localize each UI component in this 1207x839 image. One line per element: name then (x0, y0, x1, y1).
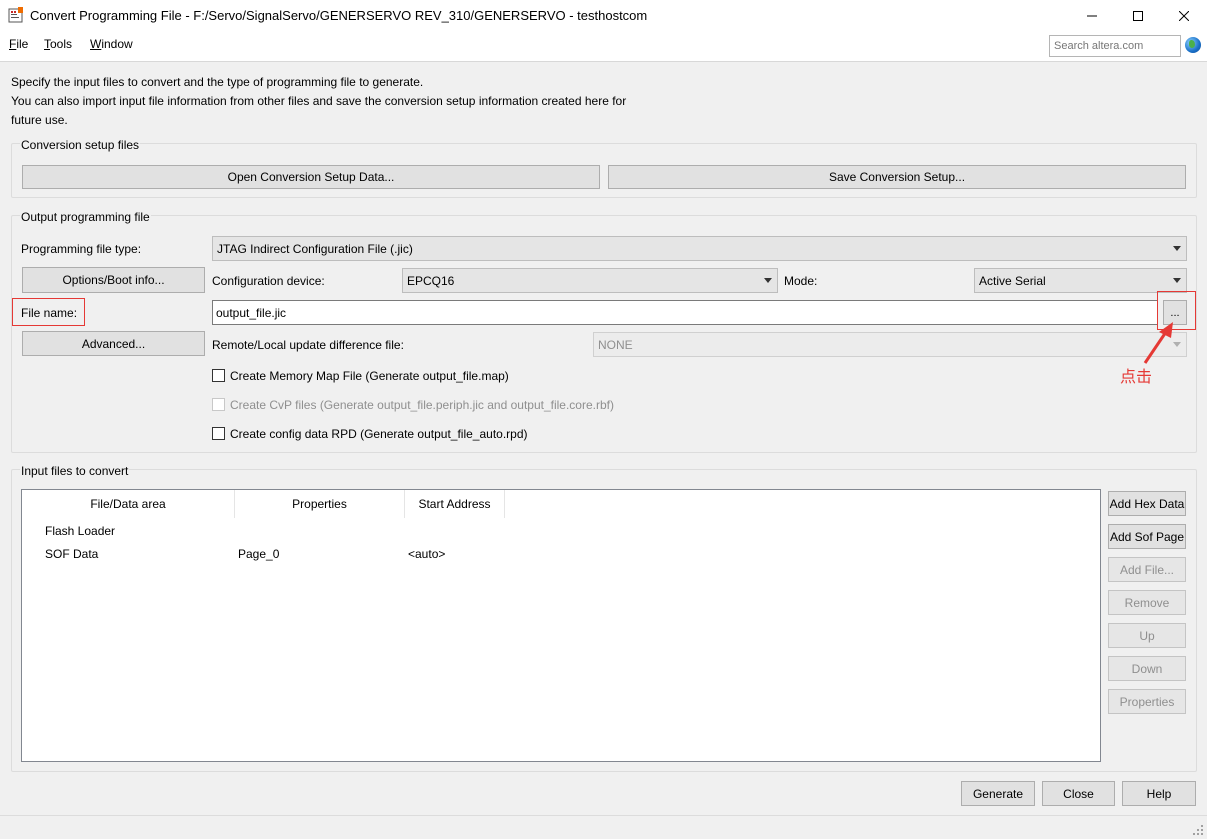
column-header-address[interactable]: Start Address (405, 490, 505, 518)
properties-button[interactable]: Properties (1108, 689, 1186, 714)
minimize-icon (1087, 15, 1097, 16)
column-header-properties[interactable]: Properties (235, 490, 405, 518)
table-row-properties[interactable]: Page_0 (238, 547, 279, 561)
close-button[interactable]: Close (1042, 781, 1115, 806)
options-boot-info-button[interactable]: Options/Boot info... (22, 267, 205, 293)
input-files-table[interactable]: File/Data area Properties Start Address … (21, 489, 1101, 762)
rpd-checkbox[interactable] (212, 427, 225, 440)
menu-file-label: ile (16, 37, 29, 51)
intro-line-2: You can also import input file informati… (11, 94, 627, 108)
status-bar (0, 815, 1207, 839)
remote-update-label: Remote/Local update difference file: (212, 338, 404, 352)
maximize-button[interactable] (1115, 0, 1161, 31)
conversion-setup-title: Conversion setup files (20, 138, 141, 152)
intro-line-3: future use. (11, 113, 68, 127)
table-row-area[interactable]: Flash Loader (45, 524, 115, 538)
advanced-button[interactable]: Advanced... (22, 331, 205, 356)
remove-button[interactable]: Remove (1108, 590, 1186, 615)
output-file-title: Output programming file (20, 210, 151, 224)
config-device-label: Configuration device: (212, 274, 325, 288)
chevron-down-icon (1173, 278, 1181, 283)
mode-select[interactable]: Active Serial (974, 268, 1187, 293)
file-name-label: File name: (21, 306, 78, 320)
add-file-button[interactable]: Add File... (1108, 557, 1186, 582)
help-button[interactable]: Help (1122, 781, 1196, 806)
chevron-down-icon (1173, 246, 1181, 251)
resize-grip-icon[interactable] (1192, 824, 1204, 836)
search-input[interactable]: Search altera.com (1049, 35, 1181, 57)
menu-tools-label: ools (50, 37, 73, 51)
file-name-input[interactable]: output_file.jic (212, 300, 1158, 325)
intro-line-1: Specify the input files to convert and t… (11, 75, 424, 89)
remote-update-value: NONE (598, 338, 633, 352)
menu-file[interactable]: File (9, 37, 28, 51)
table-row-address[interactable]: <auto> (408, 547, 445, 561)
click-annotation-text: 点击 (1120, 369, 1153, 386)
input-files-title: Input files to convert (20, 464, 130, 478)
cvp-files-label: Create CvP files (Generate output_file.p… (230, 398, 614, 412)
minimize-button[interactable] (1069, 0, 1115, 31)
add-sof-page-button[interactable]: Add Sof Page (1108, 524, 1186, 549)
close-window-button[interactable] (1161, 0, 1207, 31)
maximize-icon (1133, 10, 1143, 21)
menu-bar (0, 31, 1207, 62)
menu-window[interactable]: Window (90, 37, 133, 51)
intro-text: Specify the input files to convert and t… (11, 73, 671, 130)
rpd-label[interactable]: Create config data RPD (Generate output_… (230, 427, 528, 441)
config-device-value: EPCQ16 (407, 274, 455, 288)
menu-window-label: indow (101, 37, 133, 51)
config-device-select[interactable]: EPCQ16 (402, 268, 778, 293)
add-hex-data-button[interactable]: Add Hex Data (1108, 491, 1186, 516)
remote-update-select[interactable]: NONE (593, 332, 1187, 357)
table-row-area[interactable]: SOF Data (45, 547, 98, 561)
save-conversion-setup-button[interactable]: Save Conversion Setup... (608, 165, 1186, 189)
cvp-files-checkbox[interactable] (212, 398, 225, 411)
menu-tools[interactable]: Tools (44, 37, 72, 51)
window-title: Convert Programming File - F:/Servo/Sign… (30, 8, 648, 23)
globe-icon[interactable] (1185, 37, 1201, 53)
memory-map-label[interactable]: Create Memory Map File (Generate output_… (230, 369, 509, 383)
menu-window-accel: W (90, 37, 102, 51)
memory-map-checkbox[interactable] (212, 369, 225, 382)
file-type-select[interactable]: JTAG Indirect Configuration File (.jic) (212, 236, 1187, 261)
app-icon (8, 7, 23, 23)
file-type-label: Programming file type: (21, 242, 142, 256)
up-button[interactable]: Up (1108, 623, 1186, 648)
close-icon (1179, 10, 1189, 21)
title-bar: Convert Programming File - F:/Servo/Sign… (0, 0, 1207, 31)
column-header-area[interactable]: File/Data area (22, 490, 235, 518)
open-conversion-setup-button[interactable]: Open Conversion Setup Data... (22, 165, 600, 189)
file-type-value: JTAG Indirect Configuration File (.jic) (217, 242, 413, 256)
down-button[interactable]: Down (1108, 656, 1186, 681)
chevron-down-icon (764, 278, 772, 283)
generate-button[interactable]: Generate (961, 781, 1035, 806)
mode-label: Mode: (784, 274, 818, 288)
mode-value: Active Serial (979, 274, 1046, 288)
